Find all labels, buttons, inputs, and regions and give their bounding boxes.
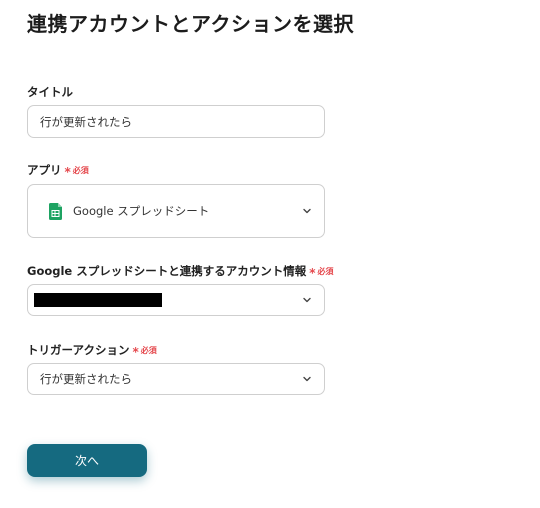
next-button[interactable]: 次へ	[27, 444, 147, 477]
account-select[interactable]	[27, 284, 325, 316]
title-label: タイトル	[27, 84, 73, 100]
chevron-down-icon[interactable]	[302, 374, 312, 384]
account-label: Google スプレッドシートと連携するアカウント情報 * 必須	[27, 263, 334, 280]
trigger-action-select[interactable]: 行が更新されたら	[27, 363, 325, 395]
trigger-label: トリガーアクション * 必須	[27, 342, 157, 359]
chevron-down-icon[interactable]	[302, 295, 312, 305]
app-select[interactable]: Google スプレッドシート	[27, 184, 325, 238]
redacted-account-value	[34, 293, 162, 307]
required-badge: 必須	[140, 345, 157, 355]
required-badge: 必須	[317, 266, 334, 276]
trigger-action-value: 行が更新されたら	[40, 372, 132, 386]
trigger-label-text: トリガーアクション	[27, 343, 130, 357]
required-asterisk: *	[64, 165, 71, 179]
required-badge: 必須	[72, 165, 89, 175]
title-input[interactable]: 行が更新されたら	[27, 105, 325, 138]
required-asterisk: *	[309, 266, 316, 280]
page-title: 連携アカウントとアクションを選択	[27, 12, 354, 36]
chevron-down-icon[interactable]	[302, 206, 312, 216]
google-sheets-icon	[49, 202, 62, 220]
account-label-text: Google スプレッドシートと連携するアカウント情報	[27, 264, 307, 278]
app-label: アプリ * 必須	[27, 162, 89, 179]
selected-app-name: Google スプレッドシート	[73, 204, 210, 218]
next-button-label: 次へ	[74, 454, 99, 468]
required-asterisk: *	[132, 345, 139, 359]
title-input-value: 行が更新されたら	[40, 114, 132, 129]
title-label-text: タイトル	[27, 85, 73, 99]
app-label-text: アプリ	[27, 163, 62, 177]
